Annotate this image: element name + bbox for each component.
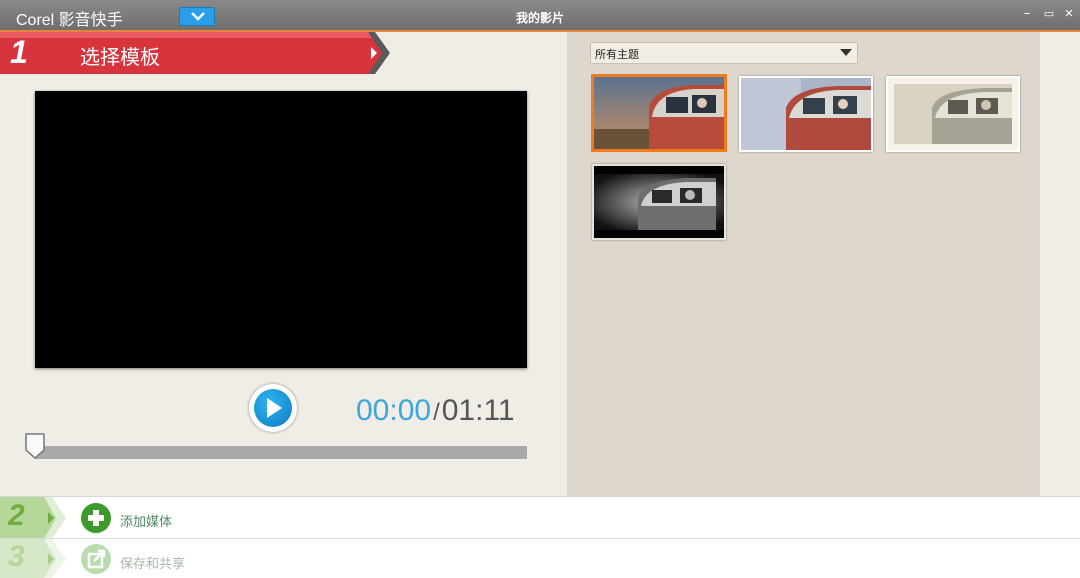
step3-label[interactable]: 保存和共享 [120,553,185,572]
panel-margin [1040,32,1080,496]
step3-row[interactable]: 3 保存和共享 [0,538,1080,578]
close-button[interactable]: ✕ [1062,7,1076,20]
template-thumb-collage[interactable] [739,76,873,152]
step1-number: 1 [10,34,28,70]
theme-filter-value: 所有主题 [595,48,639,61]
step1-label: 选择模板 [80,45,160,69]
title-bar: Corel 影音快手 我的影片 – ▭ ✕ [0,0,1080,32]
template-thumb-warm[interactable] [591,74,727,152]
bus-image [594,166,724,238]
timecode: 00:00/01:11 [356,394,515,428]
minimize-button[interactable]: – [1020,6,1034,21]
template-thumb-sepia[interactable] [886,76,1020,152]
play-button[interactable] [249,384,297,432]
step1-banner-shape [0,32,390,74]
bus-image [888,78,1018,150]
step2-row[interactable]: 2 添加媒体 [0,496,1080,539]
video-preview[interactable] [35,91,527,368]
add-media-icon[interactable] [80,502,112,534]
scrubber-handle[interactable] [24,432,46,460]
timeline-scrubber[interactable] [35,446,527,459]
step2-label[interactable]: 添加媒体 [120,511,172,530]
theme-filter-dropdown[interactable]: 所有主题 [590,42,858,64]
total-time: 01:11 [441,394,515,427]
time-separator: / [433,399,440,426]
template-thumb-bw[interactable] [592,164,726,240]
current-time: 00:00 [356,394,432,427]
bus-image [594,77,724,149]
dropdown-arrow-icon [840,49,852,56]
restore-button[interactable]: ▭ [1042,7,1056,20]
bus-image [741,78,871,150]
play-icon [267,398,282,418]
share-icon [81,544,111,574]
step2-number: 2 [8,499,25,532]
window-title: 我的影片 [515,11,564,25]
step3-number: 3 [8,540,25,573]
step1-header[interactable]: 1 选择模板 [0,32,390,74]
